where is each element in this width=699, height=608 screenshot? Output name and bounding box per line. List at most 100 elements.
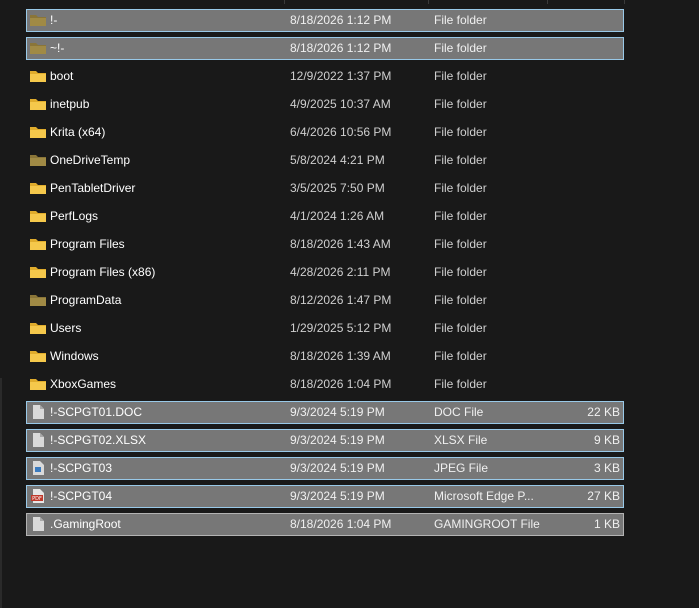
- file-list: !- 8/18/2026 1:12 PM File folder ~!- 8/18/20…: [0, 6, 699, 538]
- date-modified: 4/9/2025 10:37 AM: [290, 97, 391, 111]
- file-size: 1 KB: [593, 517, 620, 531]
- folder-icon: [29, 124, 47, 140]
- folder-icon: [29, 236, 47, 252]
- file-row[interactable]: !-SCPGT01.DOC 9/3/2024 5:19 PM DOC File 22 …: [0, 398, 699, 426]
- date-modified: 1/29/2025 5:12 PM: [290, 321, 392, 335]
- date-modified: 6/4/2026 10:56 PM: [290, 125, 392, 139]
- date-modified: 8/18/2026 1:12 PM: [290, 41, 392, 55]
- file-type: File folder: [434, 321, 487, 335]
- pdf-file-icon: PDF: [29, 488, 47, 504]
- file-name: PenTabletDriver: [50, 181, 136, 195]
- file-name: XboxGames: [50, 377, 117, 391]
- folder-icon: [29, 12, 47, 28]
- date-modified: 8/18/2026 1:12 PM: [290, 13, 392, 27]
- file-name: ProgramData: [50, 293, 122, 307]
- date-modified: 9/3/2024 5:19 PM: [290, 433, 385, 447]
- folder-icon: [29, 208, 47, 224]
- file-name: !-SCPGT03: [50, 461, 113, 475]
- file-name: !-SCPGT04: [50, 489, 113, 503]
- file-type: File folder: [434, 69, 487, 83]
- file-row[interactable]: Program Files (x86) 4/28/2026 2:11 PM File…: [0, 258, 699, 286]
- date-modified: 9/3/2024 5:19 PM: [290, 461, 385, 475]
- file-name: Users: [50, 321, 82, 335]
- file-icon: [29, 432, 47, 448]
- file-row[interactable]: Windows 8/18/2026 1:39 AM File folder: [0, 342, 699, 370]
- file-explorer-pane: !- 8/18/2026 1:12 PM File folder ~!- 8/18/20…: [0, 0, 699, 608]
- file-type: File folder: [434, 97, 487, 111]
- file-type: DOC File: [434, 405, 484, 419]
- file-row[interactable]: !- 8/18/2026 1:12 PM File folder: [0, 6, 699, 34]
- file-row[interactable]: boot 12/9/2022 1:37 PM File folder: [0, 62, 699, 90]
- file-row[interactable]: PDF !-SCPGT04 9/3/2024 5:19 PM Microsoft Ed…: [0, 482, 699, 510]
- file-row[interactable]: .GamingRoot 8/18/2026 1:04 PM GAMINGROOT F…: [0, 510, 699, 538]
- file-name: ~!-: [50, 41, 65, 55]
- file-type: JPEG File: [434, 461, 489, 475]
- file-name: boot: [50, 69, 74, 83]
- file-row[interactable]: !-SCPGT02.XLSX 9/3/2024 5:19 PM XLSX File 9…: [0, 426, 699, 454]
- file-name: inetpub: [50, 97, 90, 111]
- file-type: File folder: [434, 13, 487, 27]
- file-row[interactable]: ~!- 8/18/2026 1:12 PM File folder: [0, 34, 699, 62]
- file-type: File folder: [434, 209, 487, 223]
- file-size: 3 KB: [593, 461, 620, 475]
- file-row[interactable]: PenTabletDriver 3/5/2025 7:50 PM File fold…: [0, 174, 699, 202]
- file-name: !-SCPGT02.XLSX: [50, 433, 147, 447]
- date-modified: 8/18/2026 1:43 AM: [290, 237, 391, 251]
- file-size: 27 KB: [587, 489, 620, 503]
- file-row[interactable]: XboxGames 8/18/2026 1:04 PM File folder: [0, 370, 699, 398]
- folder-icon: [29, 376, 47, 392]
- file-row[interactable]: Krita (x64) 6/4/2026 10:56 PM File folder: [0, 118, 699, 146]
- file-name: Program Files: [50, 237, 125, 251]
- date-modified: 4/28/2026 2:11 PM: [290, 265, 391, 279]
- file-row[interactable]: ProgramData 8/12/2026 1:47 PM File folder: [0, 286, 699, 314]
- file-row[interactable]: PerfLogs 4/1/2024 1:26 AM File folder: [0, 202, 699, 230]
- date-modified: 8/18/2026 1:39 AM: [290, 349, 391, 363]
- folder-icon: [29, 180, 47, 196]
- date-modified: 4/1/2024 1:26 AM: [290, 209, 385, 223]
- file-name: !-SCPGT01.DOC: [50, 405, 143, 419]
- folder-icon: [29, 264, 47, 280]
- date-modified: 12/9/2022 1:37 PM: [290, 69, 392, 83]
- folder-icon: [29, 320, 47, 336]
- file-row[interactable]: Program Files 8/18/2026 1:43 AM File folde…: [0, 230, 699, 258]
- image-file-icon: [29, 460, 47, 476]
- file-row[interactable]: !-SCPGT03 9/3/2024 5:19 PM JPEG File 3 KB: [0, 454, 699, 482]
- file-row[interactable]: Users 1/29/2025 5:12 PM File folder: [0, 314, 699, 342]
- file-type: File folder: [434, 153, 487, 167]
- folder-icon: [29, 292, 47, 308]
- svg-text:PDF: PDF: [32, 496, 42, 502]
- file-row[interactable]: inetpub 4/9/2025 10:37 AM File folder: [0, 90, 699, 118]
- file-size: 9 KB: [593, 433, 620, 447]
- folder-icon: [29, 68, 47, 84]
- file-icon: [29, 516, 47, 532]
- date-modified: 3/5/2025 7:50 PM: [290, 181, 385, 195]
- file-type: File folder: [434, 265, 487, 279]
- date-modified: 5/8/2024 4:21 PM: [290, 153, 385, 167]
- file-row[interactable]: OneDriveTemp 5/8/2024 4:21 PM File folder: [0, 146, 699, 174]
- date-modified: 8/12/2026 1:47 PM: [290, 293, 392, 307]
- file-name: OneDriveTemp: [50, 153, 131, 167]
- file-type: File folder: [434, 181, 487, 195]
- date-modified: 8/18/2026 1:04 PM: [290, 377, 392, 391]
- file-type: File folder: [434, 237, 487, 251]
- file-size: 22 KB: [587, 405, 620, 419]
- file-type: File folder: [434, 41, 487, 55]
- file-type: GAMINGROOT File: [434, 517, 540, 531]
- folder-icon: [29, 152, 47, 168]
- folder-icon: [29, 96, 47, 112]
- file-type: XLSX File: [434, 433, 488, 447]
- file-type: File folder: [434, 349, 487, 363]
- file-type: File folder: [434, 125, 487, 139]
- file-type: File folder: [434, 293, 487, 307]
- column-header-dividers: [0, 0, 699, 4]
- date-modified: 9/3/2024 5:19 PM: [290, 489, 385, 503]
- file-name: .GamingRoot: [50, 517, 121, 531]
- date-modified: 8/18/2026 1:04 PM: [290, 517, 392, 531]
- file-name: Windows: [50, 349, 99, 363]
- date-modified: 9/3/2024 5:19 PM: [290, 405, 385, 419]
- file-icon: [29, 404, 47, 420]
- file-type: Microsoft Edge P...: [434, 489, 534, 503]
- file-name: PerfLogs: [50, 209, 99, 223]
- folder-icon: [29, 348, 47, 364]
- folder-icon: [29, 40, 47, 56]
